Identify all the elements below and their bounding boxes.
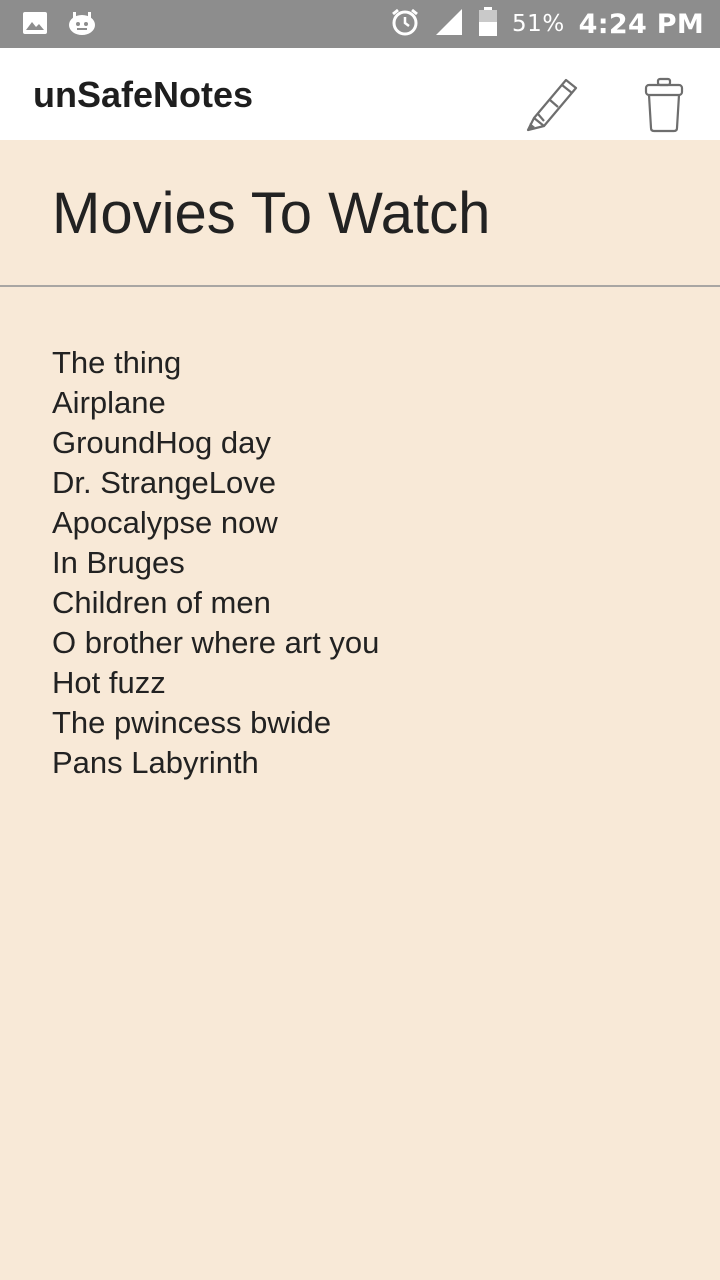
edit-button[interactable] [520, 74, 584, 134]
app-bar: unSafeNotes [0, 48, 720, 140]
battery-icon [478, 7, 498, 41]
note-line: The pwincess bwide [52, 705, 332, 740]
pencil-icon [520, 78, 584, 138]
status-right-icons: 51% 4:24 PM [390, 6, 704, 42]
note-line: The thing [52, 345, 182, 380]
android-debug-icon [68, 10, 96, 40]
image-icon [22, 10, 48, 40]
signal-icon [434, 7, 464, 41]
note-line: In Bruges [52, 545, 185, 580]
trash-icon [640, 77, 688, 138]
status-time: 4:24 PM [578, 8, 704, 40]
alarm-icon [390, 7, 420, 41]
battery-percent: 51% [512, 11, 565, 37]
note-line: Dr. StrangeLove [52, 465, 277, 500]
note-line: Airplane [52, 385, 166, 420]
status-left-icons [22, 10, 96, 40]
delete-button[interactable] [640, 76, 688, 134]
status-bar: 51% 4:24 PM [0, 0, 720, 48]
note-title[interactable]: Movies To Watch [52, 180, 490, 247]
note-line: Hot fuzz [52, 665, 166, 700]
note-line: Apocalypse now [52, 505, 278, 540]
note-line: Pans Labyrinth [52, 745, 259, 780]
note-line: O brother where art you [52, 625, 380, 660]
note-line: Children of men [52, 585, 271, 620]
note-line: GroundHog day [52, 425, 271, 460]
title-divider [0, 285, 720, 287]
note-body[interactable]: The thing Airplane GroundHog day Dr. Str… [52, 343, 672, 783]
app-title: unSafeNotes [33, 74, 254, 115]
